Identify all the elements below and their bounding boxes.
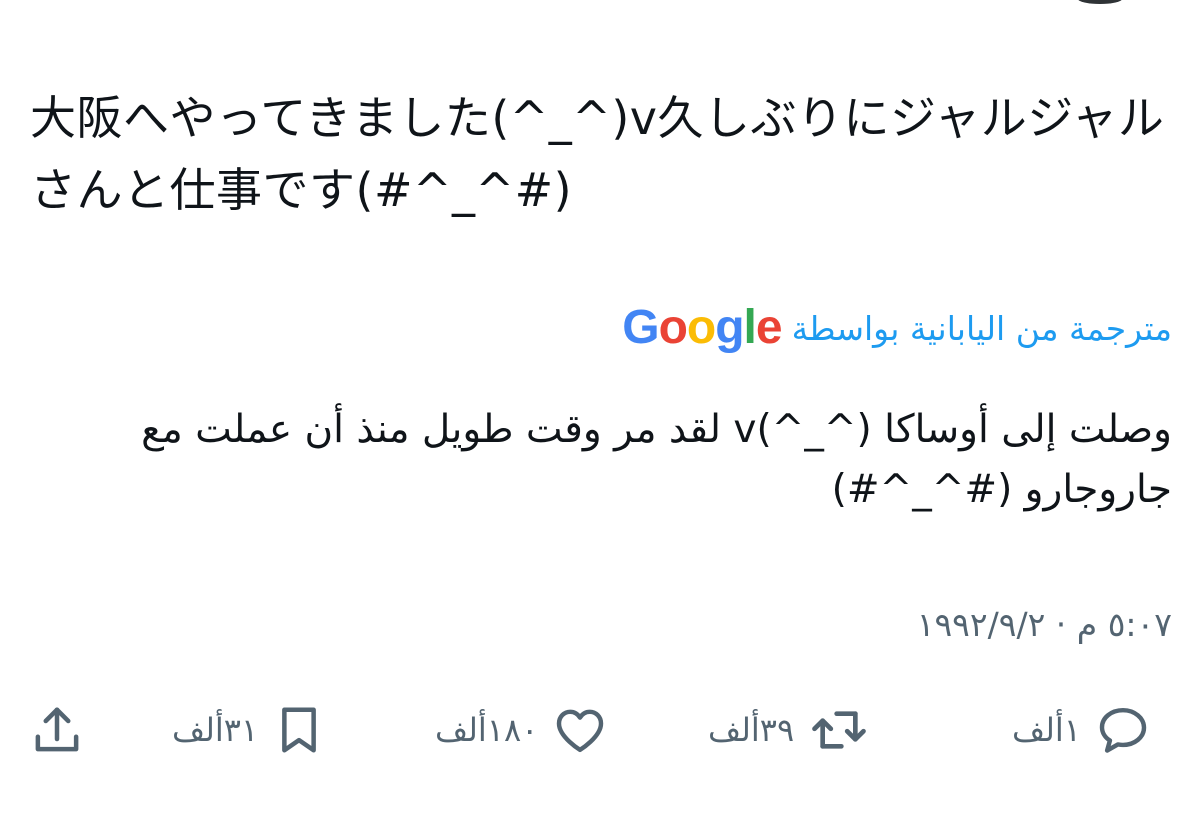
- bookmark-button[interactable]: ٣١ألف: [172, 690, 326, 770]
- tweet-translation-text: وصلت إلى أوساكا (^_^)v لقد مر وقت طويل م…: [141, 407, 1172, 512]
- retweet-count: ٣٩ألف: [708, 711, 795, 749]
- retweet-icon: [808, 702, 870, 758]
- reply-count: ١ألف: [1012, 711, 1081, 749]
- google-logo: Google: [622, 301, 782, 354]
- like-button[interactable]: ١٨٠ألف: [435, 690, 608, 770]
- retweet-button[interactable]: ٣٩ألف: [708, 690, 870, 770]
- share-button[interactable]: [30, 690, 84, 770]
- like-count: ١٨٠ألف: [435, 711, 539, 749]
- reply-icon: [1095, 702, 1151, 758]
- heart-icon: [552, 702, 608, 758]
- tweet-action-bar: ١ألف ٣٩ألف ١٨٠ألف ٣١ألف: [0, 690, 1200, 770]
- avatar-edge: [1078, 0, 1122, 4]
- share-icon: [30, 702, 84, 758]
- bookmark-icon: [272, 702, 326, 758]
- reply-button[interactable]: ١ألف: [1012, 690, 1151, 770]
- bookmark-count: ٣١ألف: [172, 711, 259, 749]
- tweet-timestamp[interactable]: ٥:٠٧ م · ١٩٩٢/٩/٢: [917, 605, 1172, 644]
- translated-by-label: مترجمة من اليابانية بواسطة: [791, 308, 1172, 348]
- translation-attribution[interactable]: مترجمة من اليابانية بواسطة Google: [622, 298, 1172, 358]
- tweet-original-text: 大阪へやってきました(^_^)v久しぶりにジャルジャルさんと仕事です(#^_^#…: [30, 91, 1165, 217]
